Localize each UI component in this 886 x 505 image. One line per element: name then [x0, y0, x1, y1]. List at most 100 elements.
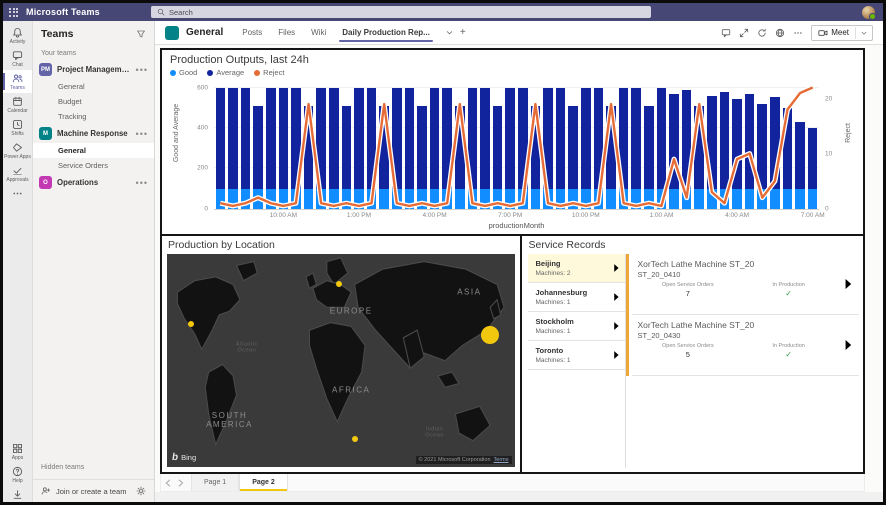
- service-records-title: Service Records: [528, 238, 860, 254]
- location-card-johannesburg[interactable]: JohannesburgMachines: 1: [528, 283, 625, 312]
- chevron-right-icon[interactable]: [613, 262, 620, 273]
- chart-plot: 02004006000102010:00 AM1:00 PM4:00 PM7:0…: [214, 82, 819, 210]
- y-axis-tick: 200: [197, 165, 208, 172]
- refresh-icon[interactable]: [757, 28, 767, 38]
- chevron-right-icon[interactable]: [844, 338, 853, 352]
- check-icon: ✓: [738, 289, 839, 298]
- teams-list: PMProject Management•••GeneralBudgetTrac…: [33, 60, 154, 456]
- rail-item-label: Calendar: [7, 108, 27, 114]
- machine-card-st-20-0410[interactable]: XorTech Lathe Machine ST_20ST_20_0410Ope…: [632, 254, 860, 315]
- app-rail: ActivityChatTeams Calendar ShiftsPower App…: [3, 21, 33, 502]
- tab-daily-production-rep[interactable]: Daily Production Rep...: [339, 21, 433, 44]
- chart-legend: GoodAverageReject: [170, 68, 855, 77]
- rail-item-download-icon[interactable]: [3, 486, 32, 502]
- chevron-right-icon[interactable]: [613, 349, 620, 360]
- map-dot-stockholm[interactable]: [336, 281, 342, 287]
- chevron-right-icon[interactable]: [613, 320, 620, 331]
- map-dot-toronto[interactable]: [188, 321, 194, 327]
- page-tab-page-1[interactable]: Page 1: [191, 474, 239, 491]
- page-tab-page-2[interactable]: Page 2: [239, 474, 288, 491]
- machine-card-st-20-0430[interactable]: XorTech Lathe Machine ST_20ST_20_0430Ope…: [632, 315, 860, 376]
- waffle-icon[interactable]: [9, 8, 18, 17]
- rail-item-activity[interactable]: Activity: [3, 24, 32, 47]
- search-icon: [157, 8, 165, 16]
- location-card-beijing[interactable]: BeijingMachines: 2: [528, 254, 625, 283]
- location-card-stockholm[interactable]: StockholmMachines: 1: [528, 312, 625, 341]
- y-axis-tick: 0: [204, 205, 208, 212]
- map-label-asia: ASIA: [457, 287, 481, 296]
- chat-icon: [12, 50, 23, 61]
- expand-icon[interactable]: [739, 28, 749, 38]
- team-avatar: O: [39, 176, 52, 189]
- terms-link[interactable]: Terms: [494, 457, 509, 463]
- open-service-orders: Open Service Orders5: [638, 343, 739, 359]
- tab-wiki[interactable]: Wiki: [308, 21, 329, 44]
- legend-item-good: Good: [170, 68, 197, 77]
- rail-item-approvals[interactable]: Approvals: [3, 162, 32, 185]
- meet-button[interactable]: Meet: [811, 25, 873, 41]
- rail-item-apps[interactable]: Apps: [3, 440, 32, 463]
- rail-item-calendar[interactable]: Calendar: [3, 93, 32, 116]
- chat-bubble-icon[interactable]: [721, 28, 731, 38]
- channel-tracking[interactable]: Tracking: [33, 109, 154, 124]
- map-dot-beijing[interactable]: [481, 326, 499, 344]
- avatar[interactable]: [862, 6, 875, 19]
- person-add-icon: [41, 486, 51, 496]
- location-machines: Machines: 1: [536, 357, 609, 364]
- report-pager: Page 1Page 2: [160, 474, 865, 492]
- more-icon[interactable]: •••: [136, 132, 148, 136]
- right-axis-label: Reject: [845, 123, 852, 143]
- orders-label: Open Service Orders: [638, 282, 739, 288]
- location-card-toronto[interactable]: Toronto Machines: 1: [528, 341, 625, 370]
- channel-service-orders[interactable]: Service Orders: [33, 158, 154, 173]
- rail-item-chat[interactable]: Chat: [3, 47, 32, 70]
- chart-panel: Production Outputs, last 24h GoodAverage…: [162, 50, 863, 236]
- team-row-project-management[interactable]: PMProject Management•••: [33, 60, 154, 79]
- more-icon[interactable]: •••: [136, 181, 148, 185]
- hidden-teams-label[interactable]: Hidden teams: [33, 456, 154, 479]
- chevron-down-icon[interactable]: [445, 28, 454, 37]
- meet-dropdown[interactable]: [855, 27, 872, 39]
- in-production: In Production✓: [738, 343, 839, 359]
- globe-icon[interactable]: [775, 28, 785, 38]
- search-input[interactable]: Search: [151, 6, 651, 18]
- calendar-icon: [12, 96, 23, 107]
- approvals-icon: [12, 165, 23, 176]
- more-icon[interactable]: •••: [136, 68, 148, 72]
- open-service-orders: Open Service Orders7: [638, 282, 739, 298]
- channel-general[interactable]: General: [33, 79, 154, 94]
- rail-item-teams[interactable]: Teams: [3, 70, 32, 93]
- channel-header: General Posts Files Wiki Daily Production R…: [155, 21, 883, 45]
- gear-icon[interactable]: [136, 486, 146, 496]
- rail-item-help[interactable]: Help: [3, 463, 32, 486]
- page-next-button[interactable]: [174, 474, 187, 491]
- join-or-create-team-button[interactable]: Join or create a team: [33, 479, 154, 502]
- channel-general[interactable]: General: [33, 143, 154, 158]
- more-icon[interactable]: [793, 28, 803, 38]
- team-row-machine-response[interactable]: MMachine Response•••: [33, 124, 154, 143]
- channel-budget[interactable]: Budget: [33, 94, 154, 109]
- rail-item-shifts[interactable]: Shifts: [3, 116, 32, 139]
- map-dot-johannesburg[interactable]: [352, 436, 358, 442]
- location-name: Toronto: [536, 346, 609, 355]
- x-axis-tick: 1:00 AM: [650, 212, 674, 219]
- map-area[interactable]: EUROPEASIAAFRICASOUTH AMERICAAtlantic Oc…: [167, 254, 515, 467]
- legend-dot: [254, 70, 260, 76]
- tab-files[interactable]: Files: [275, 21, 298, 44]
- add-tab-button[interactable]: +: [460, 27, 466, 38]
- location-machines: Machines: 1: [536, 299, 609, 306]
- rail-item-more-icon[interactable]: [3, 185, 32, 201]
- y-axis-tick: 400: [197, 125, 208, 132]
- channel-name: General: [186, 27, 223, 38]
- chevron-right-icon[interactable]: [844, 277, 853, 291]
- team-row-operations[interactable]: OOperations•••: [33, 173, 154, 192]
- machine-title: XorTech Lathe Machine ST_20: [638, 259, 840, 269]
- filter-icon[interactable]: [136, 29, 146, 39]
- rail-item-power-apps[interactable]: Power Apps: [3, 139, 32, 162]
- rail-items: ActivityChatTeams Calendar ShiftsPower App…: [3, 24, 32, 201]
- teams-top-bar: Microsoft Teams Search: [3, 3, 883, 21]
- chevron-right-icon[interactable]: [613, 291, 620, 302]
- bing-logo: bBing: [172, 452, 196, 463]
- tab-posts[interactable]: Posts: [239, 21, 265, 44]
- page-prev-button[interactable]: [161, 474, 174, 491]
